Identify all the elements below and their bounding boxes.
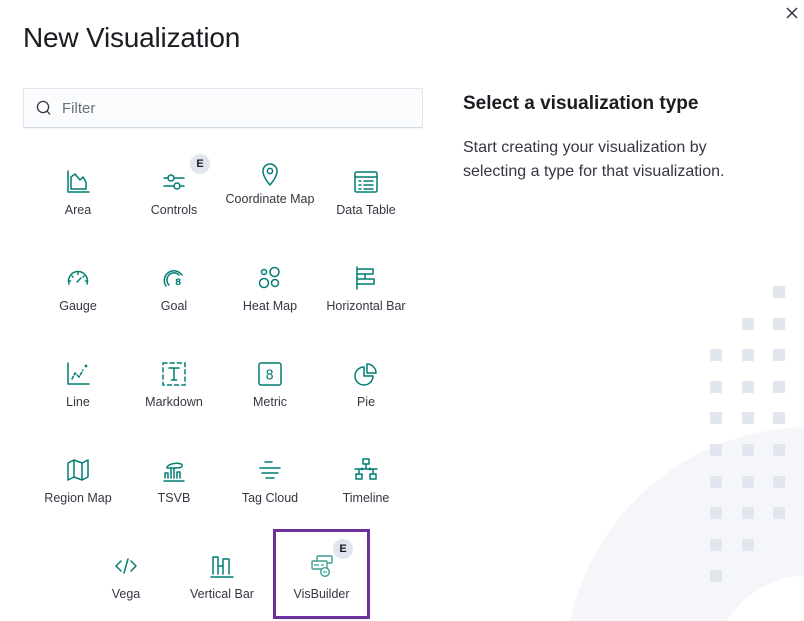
vis-type-horizontal-bar[interactable]: Horizontal Bar [320, 250, 412, 336]
vis-type-label: Region Map [44, 491, 112, 505]
vis-type-label: Area [64, 203, 92, 217]
decorative-square [710, 570, 722, 582]
close-icon [786, 7, 798, 19]
decorative-square [773, 444, 785, 456]
decorative-square [773, 318, 785, 330]
vis-type-label: Heat Map [242, 299, 298, 313]
vis-type-coordinate-map[interactable]: Coordinate Map [224, 154, 316, 240]
timeline-icon [352, 456, 380, 484]
vis-type-label: Coordinate Map [225, 192, 315, 206]
svg-text:8: 8 [175, 278, 181, 288]
vis-type-vega[interactable]: Vega [80, 538, 172, 621]
gauge-icon [64, 264, 92, 292]
vis-type-heat-map[interactable]: Heat Map [224, 250, 316, 336]
decorative-square [710, 349, 722, 361]
vis-type-label: Horizontal Bar [326, 299, 406, 313]
experimental-badge: E [333, 539, 353, 559]
vis-type-label: VisBuilder [293, 587, 350, 601]
vis-type-timeline[interactable]: Timeline [320, 442, 412, 528]
tsvb-icon [160, 456, 188, 484]
vis-type-markdown[interactable]: Markdown [128, 346, 220, 432]
vis-type-region-map[interactable]: Region Map [32, 442, 124, 528]
decorative-square [773, 381, 785, 393]
decorative-square [773, 286, 785, 298]
vis-type-label: Line [66, 395, 90, 409]
side-panel-title: Select a visualization type [463, 93, 699, 114]
vis-type-label: Tag Cloud [241, 491, 299, 505]
experimental-badge: E [190, 154, 210, 174]
filter-input[interactable] [62, 99, 402, 117]
decorative-square [710, 412, 722, 424]
area-chart-icon [64, 168, 92, 196]
decorative-square [710, 539, 722, 551]
controls-icon [160, 168, 188, 196]
vis-type-label: Vertical Bar [190, 587, 254, 601]
vis-type-pie[interactable]: Pie [320, 346, 412, 432]
vis-type-data-table[interactable]: Data Table [320, 154, 412, 240]
vis-type-goal[interactable]: 8 Goal [128, 250, 220, 336]
decorative-square [773, 412, 785, 424]
vis-type-vertical-bar[interactable]: Vertical Bar [176, 538, 268, 621]
vis-type-label: Data Table [336, 203, 396, 217]
filter-search-field[interactable] [23, 88, 423, 128]
decorative-square [710, 381, 722, 393]
vis-type-label: Vega [111, 587, 141, 601]
decorative-arc [570, 427, 804, 621]
side-panel-description: Start creating your visualization by sel… [463, 139, 725, 180]
close-button[interactable] [783, 4, 801, 22]
decorative-square [742, 349, 754, 361]
decorative-square [742, 476, 754, 488]
heatmap-icon [256, 264, 284, 292]
decorative-square [773, 507, 785, 519]
vis-type-label: Markdown [145, 395, 203, 409]
vis-type-label: Metric [252, 395, 288, 409]
new-visualization-modal: New Visualization Area Controls E Coordi… [0, 0, 804, 621]
map-pin-icon [256, 160, 284, 188]
code-icon [112, 552, 140, 580]
decorative-square [773, 476, 785, 488]
horizontal-bar-icon [352, 264, 380, 292]
vis-type-label: Pie [356, 395, 376, 409]
vis-type-label: Timeline [342, 491, 390, 505]
svg-text:8: 8 [266, 369, 274, 384]
search-icon [35, 99, 53, 117]
tag-cloud-icon [256, 456, 284, 484]
vis-type-line[interactable]: Line [32, 346, 124, 432]
vis-type-gauge[interactable]: Gauge [32, 250, 124, 336]
decorative-square [710, 444, 722, 456]
decorative-square [710, 507, 722, 519]
decorative-square [773, 349, 785, 361]
vis-type-controls[interactable]: Controls E [128, 154, 220, 240]
decorative-square [742, 444, 754, 456]
decorative-square [742, 539, 754, 551]
vis-type-label: TSVB [157, 491, 191, 505]
vis-type-area[interactable]: Area [32, 154, 124, 240]
line-chart-icon [64, 360, 92, 388]
vis-type-visbuilder[interactable]: VisBuilder E [273, 529, 370, 619]
pie-chart-icon [352, 360, 380, 388]
vis-type-label: Controls [150, 203, 198, 217]
vis-type-tsvb[interactable]: TSVB [128, 442, 220, 528]
decorative-square [742, 412, 754, 424]
metric-icon: 8 [256, 360, 284, 388]
modal-title: New Visualization [23, 22, 241, 53]
vis-type-tag-cloud[interactable]: Tag Cloud [224, 442, 316, 528]
decorative-square [710, 476, 722, 488]
region-map-icon [64, 456, 92, 484]
vertical-bar-icon [208, 552, 236, 580]
decorative-square [742, 507, 754, 519]
decorative-square [742, 381, 754, 393]
goal-icon: 8 [160, 264, 188, 292]
markdown-icon [160, 360, 188, 388]
table-icon [352, 168, 380, 196]
vis-type-metric[interactable]: 8 Metric [224, 346, 316, 432]
visbuilder-icon [308, 552, 336, 580]
vis-type-label: Gauge [59, 299, 97, 313]
decorative-square [742, 318, 754, 330]
vis-type-label: Goal [160, 299, 188, 313]
